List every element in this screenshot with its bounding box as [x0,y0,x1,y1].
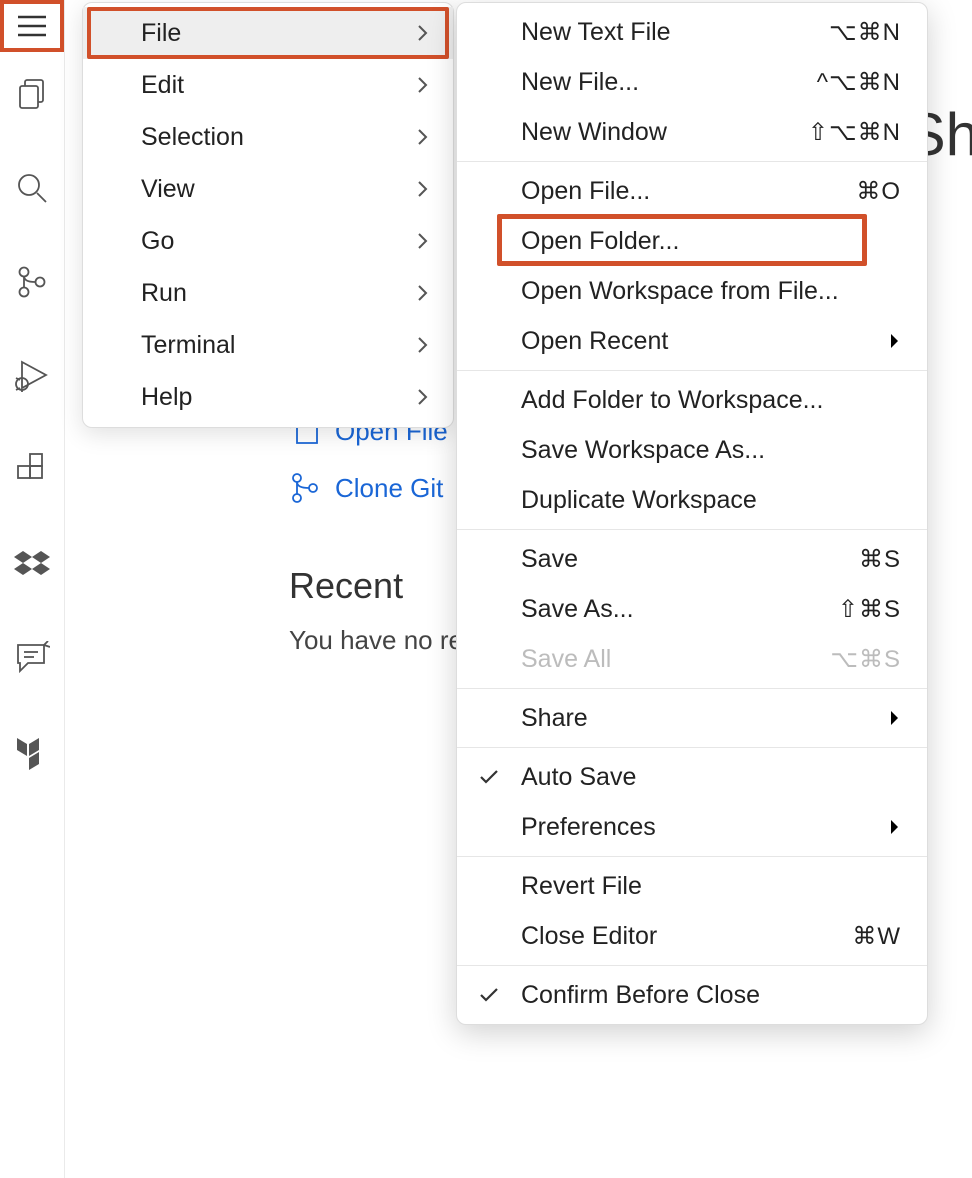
chat-icon[interactable] [0,628,64,688]
menu-item-label: Terminal [141,331,235,360]
shortcut-text: ⇧⌘S [838,595,901,624]
chevron-right-icon [889,708,901,728]
menu-item-go[interactable]: Go [83,215,453,267]
submenu-item-open-workspace-from-file[interactable]: Open Workspace from File... [457,266,927,316]
submenu-item-save-workspace-as[interactable]: Save Workspace As... [457,425,927,475]
explorer-icon[interactable] [0,64,64,124]
menu-item-edit[interactable]: Edit [83,59,453,111]
submenu-item-label: Open Recent [521,327,668,356]
menu-item-view[interactable]: View [83,163,453,215]
submenu-item-add-folder-to-workspace[interactable]: Add Folder to Workspace... [457,375,927,425]
submenu-item-label: Save As... [521,595,634,624]
shortcut-text: ⌘S [859,545,901,574]
menu-separator [457,529,927,530]
submenu-item-preferences[interactable]: Preferences [457,802,927,852]
chevron-right-icon [889,331,901,351]
main-menu-dropdown: File Edit Selection View Go Run Terminal Help [82,2,454,428]
chevron-right-icon [889,817,901,837]
menu-item-terminal[interactable]: Terminal [83,319,453,371]
submenu-item-open-file[interactable]: Open File... ⌘O [457,166,927,216]
hamburger-icon [16,14,48,38]
menu-separator [457,965,927,966]
shortcut-text: ⌘O [856,177,901,206]
submenu-item-label: Save Workspace As... [521,436,765,465]
menu-item-label: Help [141,383,192,412]
submenu-item-label: Close Editor [521,922,657,951]
submenu-item-label: Open Folder... [521,227,679,256]
menu-item-label: File [141,19,181,48]
submenu-item-share[interactable]: Share [457,693,927,743]
menu-item-selection[interactable]: Selection [83,111,453,163]
submenu-item-label: Revert File [521,872,642,901]
submenu-item-label: Open File... [521,177,650,206]
menu-separator [457,370,927,371]
submenu-item-save[interactable]: Save ⌘S [457,534,927,584]
submenu-item-label: New Window [521,118,667,147]
run-debug-icon[interactable] [0,346,64,406]
extensions-icon[interactable] [0,440,64,500]
submenu-item-new-file[interactable]: New File... ^⌥⌘N [457,57,927,107]
submenu-item-auto-save[interactable]: Auto Save [457,752,927,802]
submenu-item-confirm-before-close[interactable]: Confirm Before Close [457,970,927,1020]
menu-item-help[interactable]: Help [83,371,453,423]
search-icon[interactable] [0,158,64,218]
submenu-item-new-text-file[interactable]: New Text File ⌥⌘N [457,7,927,57]
main-menu-button[interactable] [0,0,64,52]
shortcut-text: ⌥⌘N [829,18,901,47]
menu-separator [457,161,927,162]
start-link-label: Clone Git [335,473,443,504]
submenu-item-label: New Text File [521,18,671,47]
submenu-item-revert-file[interactable]: Revert File [457,861,927,911]
menu-item-label: View [141,175,195,204]
submenu-item-label: Open Workspace from File... [521,277,839,306]
submenu-item-new-window[interactable]: New Window ⇧⌥⌘N [457,107,927,157]
menu-item-label: Run [141,279,187,308]
submenu-item-label: Duplicate Workspace [521,486,757,515]
file-submenu: New Text File ⌥⌘N New File... ^⌥⌘N New Windo… [456,2,928,1025]
shortcut-text: ^⌥⌘N [817,68,901,97]
menu-separator [457,856,927,857]
menu-item-label: Go [141,227,174,256]
submenu-item-label: Save [521,545,578,574]
dropbox-icon[interactable] [0,534,64,594]
submenu-item-label: Confirm Before Close [521,981,760,1010]
shortcut-text: ⌥⌘S [830,645,901,674]
menu-separator [457,747,927,748]
git-clone-icon [289,471,321,505]
submenu-item-open-folder[interactable]: Open Folder... [457,216,927,266]
submenu-item-label: Save All [521,645,611,674]
menu-item-label: Selection [141,123,244,152]
submenu-item-open-recent[interactable]: Open Recent [457,316,927,366]
submenu-item-duplicate-workspace[interactable]: Duplicate Workspace [457,475,927,525]
source-control-icon[interactable] [0,252,64,312]
shortcut-text: ⇧⌥⌘N [808,118,901,147]
submenu-item-label: Auto Save [521,763,636,792]
menu-item-file[interactable]: File [83,7,453,59]
shortcut-text: ⌘W [852,922,901,951]
terraform-icon[interactable] [0,722,64,782]
submenu-item-label: Add Folder to Workspace... [521,386,823,415]
submenu-item-close-editor[interactable]: Close Editor ⌘W [457,911,927,961]
menu-item-run[interactable]: Run [83,267,453,319]
submenu-item-label: Preferences [521,813,656,842]
menu-item-label: Edit [141,71,184,100]
submenu-item-save-as[interactable]: Save As... ⇧⌘S [457,584,927,634]
submenu-item-label: New File... [521,68,639,97]
menu-separator [457,688,927,689]
activity-bar [0,0,65,1178]
submenu-item-save-all: Save All ⌥⌘S [457,634,927,684]
submenu-item-label: Share [521,704,588,733]
